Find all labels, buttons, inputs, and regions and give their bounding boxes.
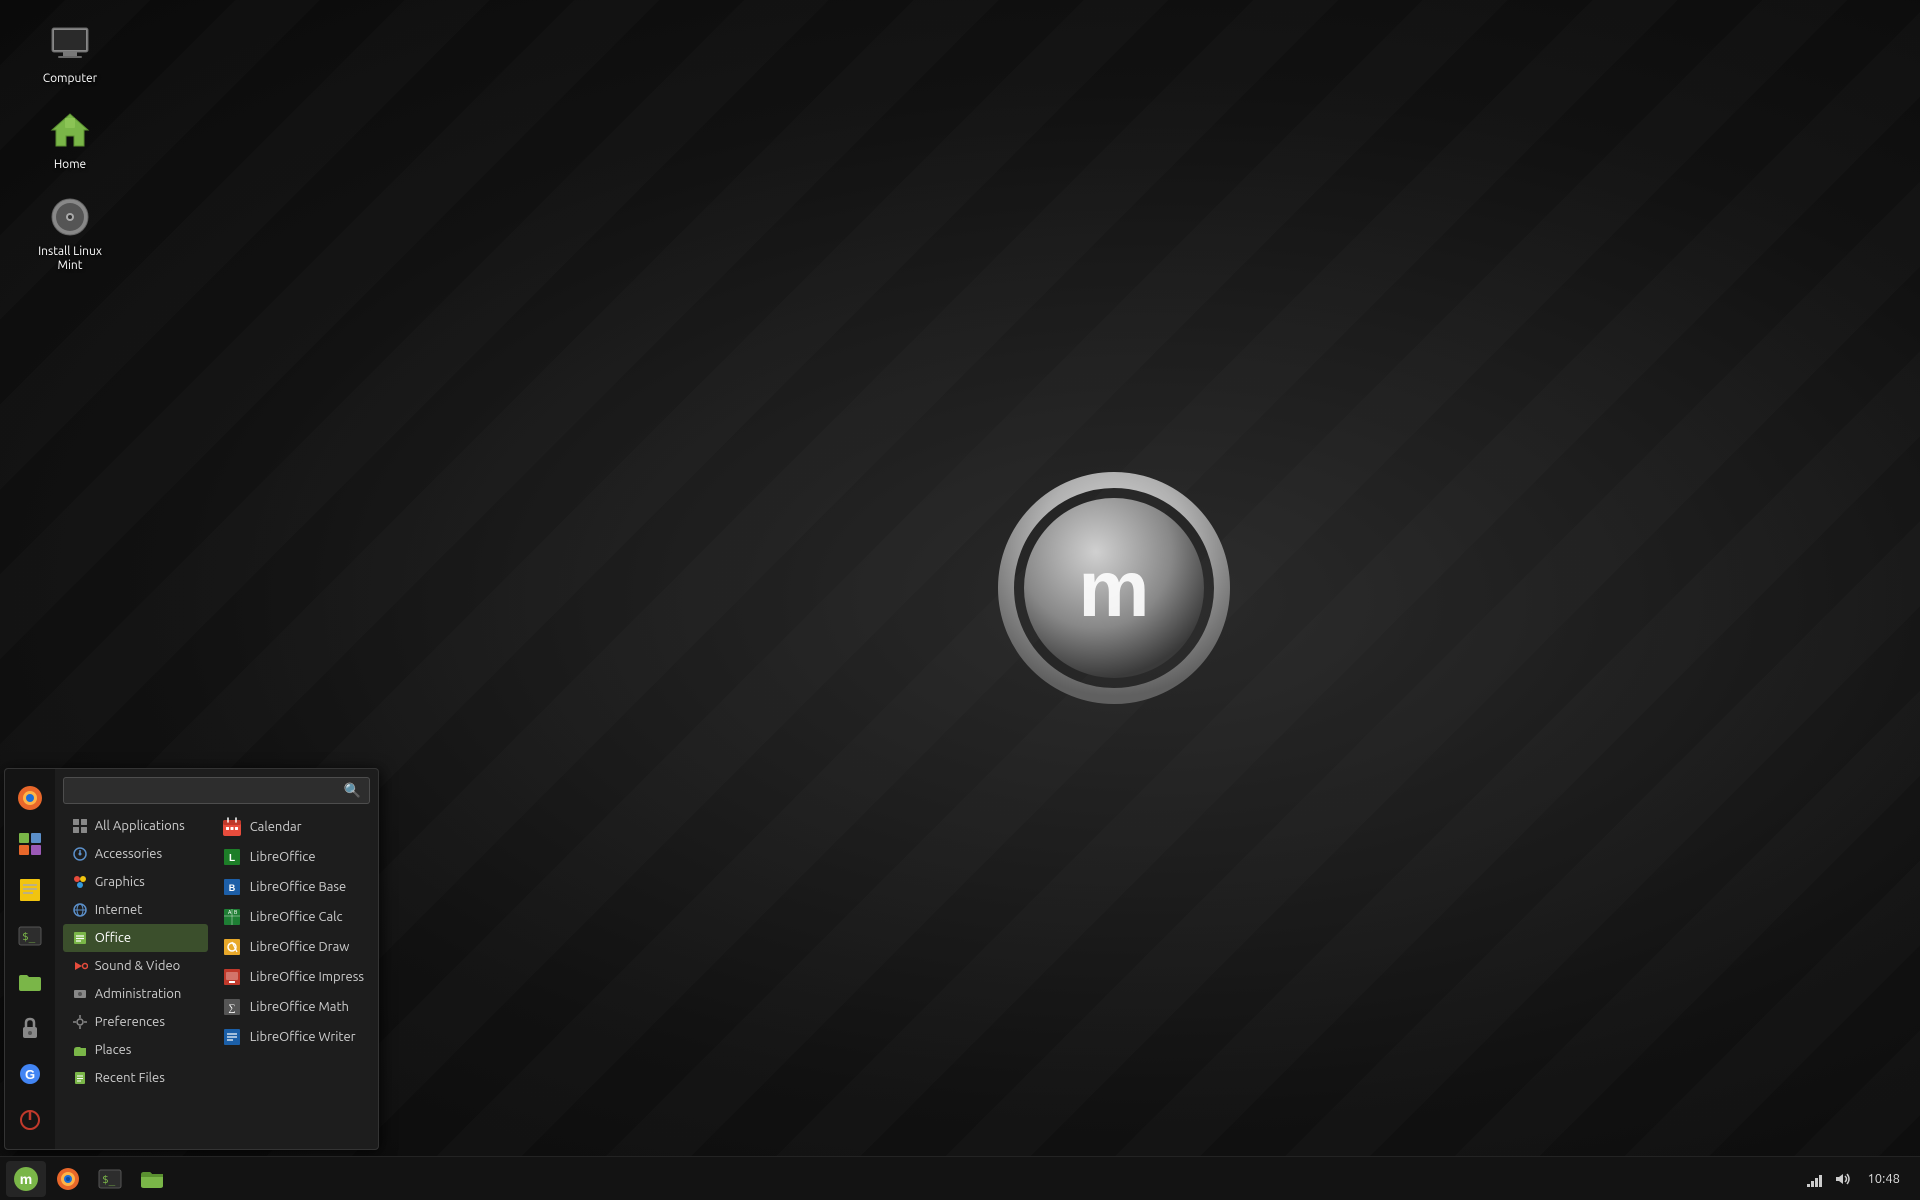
svg-text:L: L bbox=[229, 853, 235, 864]
app-calendar[interactable]: Calendar bbox=[216, 812, 370, 842]
graphics-icon bbox=[71, 873, 89, 891]
cat-preferences[interactable]: Preferences bbox=[63, 1008, 208, 1036]
desktop-icon-home[interactable]: Home bbox=[30, 106, 110, 172]
svg-text:∑: ∑ bbox=[228, 1003, 235, 1014]
calendar-app-icon bbox=[222, 817, 242, 837]
svg-text:m: m bbox=[1078, 544, 1149, 633]
sound-video-icon bbox=[71, 957, 89, 975]
lo-writer-app-icon bbox=[222, 1027, 242, 1047]
cat-administration[interactable]: Administration bbox=[63, 980, 208, 1008]
desktop-icon-install[interactable]: Install Linux Mint bbox=[30, 193, 110, 274]
computer-icon bbox=[46, 20, 94, 68]
sidebar-btn-notes[interactable] bbox=[9, 869, 51, 911]
cat-accessories[interactable]: Accessories bbox=[63, 840, 208, 868]
cat-places[interactable]: Places bbox=[63, 1036, 208, 1064]
app-libreoffice-impress[interactable]: LibreOffice Impress bbox=[216, 962, 370, 992]
app-libreoffice-draw[interactable]: LibreOffice Draw bbox=[216, 932, 370, 962]
menu-apps-list: Calendar L LibreOffice bbox=[208, 812, 370, 1141]
app-libreoffice-calc[interactable]: A B LibreOffice Calc bbox=[216, 902, 370, 932]
taskbar: m $_ bbox=[0, 1156, 1920, 1200]
sidebar-btn-firefox[interactable] bbox=[9, 777, 51, 819]
lo-calc-app-icon: A B bbox=[222, 907, 242, 927]
lo-math-app-icon: ∑ bbox=[222, 997, 242, 1017]
menu-columns: All Applications Accessories bbox=[63, 812, 370, 1141]
preferences-icon bbox=[71, 1013, 89, 1031]
tray-network-icon[interactable] bbox=[1805, 1169, 1825, 1189]
svg-text:$_: $_ bbox=[102, 1173, 116, 1186]
libreoffice-app-icon: L bbox=[222, 847, 242, 867]
search-icon[interactable]: 🔍 bbox=[344, 782, 361, 799]
home-icon-label: Home bbox=[54, 158, 86, 172]
cat-all-applications[interactable]: All Applications bbox=[63, 812, 208, 840]
menu-sidebar: $_ G bbox=[5, 769, 55, 1149]
menu-categories: All Applications Accessories bbox=[63, 812, 208, 1141]
all-apps-icon bbox=[71, 817, 89, 835]
search-input[interactable] bbox=[72, 783, 344, 798]
computer-icon-label: Computer bbox=[43, 72, 97, 86]
taskbar-firefox[interactable] bbox=[48, 1161, 88, 1197]
taskbar-mint-menu[interactable]: m bbox=[6, 1161, 46, 1197]
cat-recent-files[interactable]: Recent Files bbox=[63, 1064, 208, 1092]
tray-volume-icon[interactable] bbox=[1833, 1169, 1853, 1189]
app-libreoffice-base[interactable]: B LibreOffice Base bbox=[216, 872, 370, 902]
taskbar-files[interactable] bbox=[132, 1161, 172, 1197]
svg-text:$_: $_ bbox=[22, 930, 36, 943]
accessories-icon bbox=[71, 845, 89, 863]
places-icon bbox=[71, 1041, 89, 1059]
home-icon bbox=[46, 106, 94, 154]
system-tray: 10:48 bbox=[1797, 1169, 1914, 1189]
svg-text:m: m bbox=[20, 1171, 32, 1187]
sidebar-btn-terminal[interactable]: $_ bbox=[9, 915, 51, 957]
sidebar-btn-grid[interactable] bbox=[9, 823, 51, 865]
lo-draw-app-icon bbox=[222, 937, 242, 957]
office-icon bbox=[71, 929, 89, 947]
lo-base-app-icon: B bbox=[222, 877, 242, 897]
administration-icon bbox=[71, 985, 89, 1003]
sidebar-btn-files[interactable] bbox=[9, 961, 51, 1003]
svg-text:B: B bbox=[228, 883, 235, 893]
cat-internet[interactable]: Internet bbox=[63, 896, 208, 924]
install-icon bbox=[46, 193, 94, 241]
app-libreoffice-writer[interactable]: LibreOffice Writer bbox=[216, 1022, 370, 1052]
taskbar-terminal[interactable]: $_ bbox=[90, 1161, 130, 1197]
app-libreoffice[interactable]: L LibreOffice bbox=[216, 842, 370, 872]
lo-impress-app-icon bbox=[222, 967, 242, 987]
internet-icon bbox=[71, 901, 89, 919]
cat-office[interactable]: Office bbox=[63, 924, 208, 952]
cat-graphics[interactable]: Graphics bbox=[63, 868, 208, 896]
desktop: Computer Home Install Linux Mint bbox=[0, 0, 1920, 1200]
install-icon-label: Install Linux Mint bbox=[30, 245, 110, 274]
svg-text:G: G bbox=[25, 1067, 35, 1082]
start-menu: $_ G bbox=[4, 768, 379, 1150]
search-bar[interactable]: 🔍 bbox=[63, 777, 370, 804]
app-libreoffice-math[interactable]: ∑ LibreOffice Math bbox=[216, 992, 370, 1022]
taskbar-clock[interactable]: 10:48 bbox=[1861, 1172, 1906, 1186]
mint-logo: m bbox=[994, 468, 1234, 708]
recent-files-icon bbox=[71, 1069, 89, 1087]
menu-main: 🔍 All Application bbox=[55, 769, 378, 1149]
desktop-icon-computer[interactable]: Computer bbox=[30, 20, 110, 86]
sidebar-btn-power[interactable] bbox=[9, 1099, 51, 1141]
sidebar-btn-lock[interactable] bbox=[9, 1007, 51, 1049]
desktop-icons: Computer Home Install Linux Mint bbox=[30, 20, 110, 274]
sidebar-btn-search[interactable]: G bbox=[9, 1053, 51, 1095]
cat-sound-video[interactable]: Sound & Video bbox=[63, 952, 208, 980]
